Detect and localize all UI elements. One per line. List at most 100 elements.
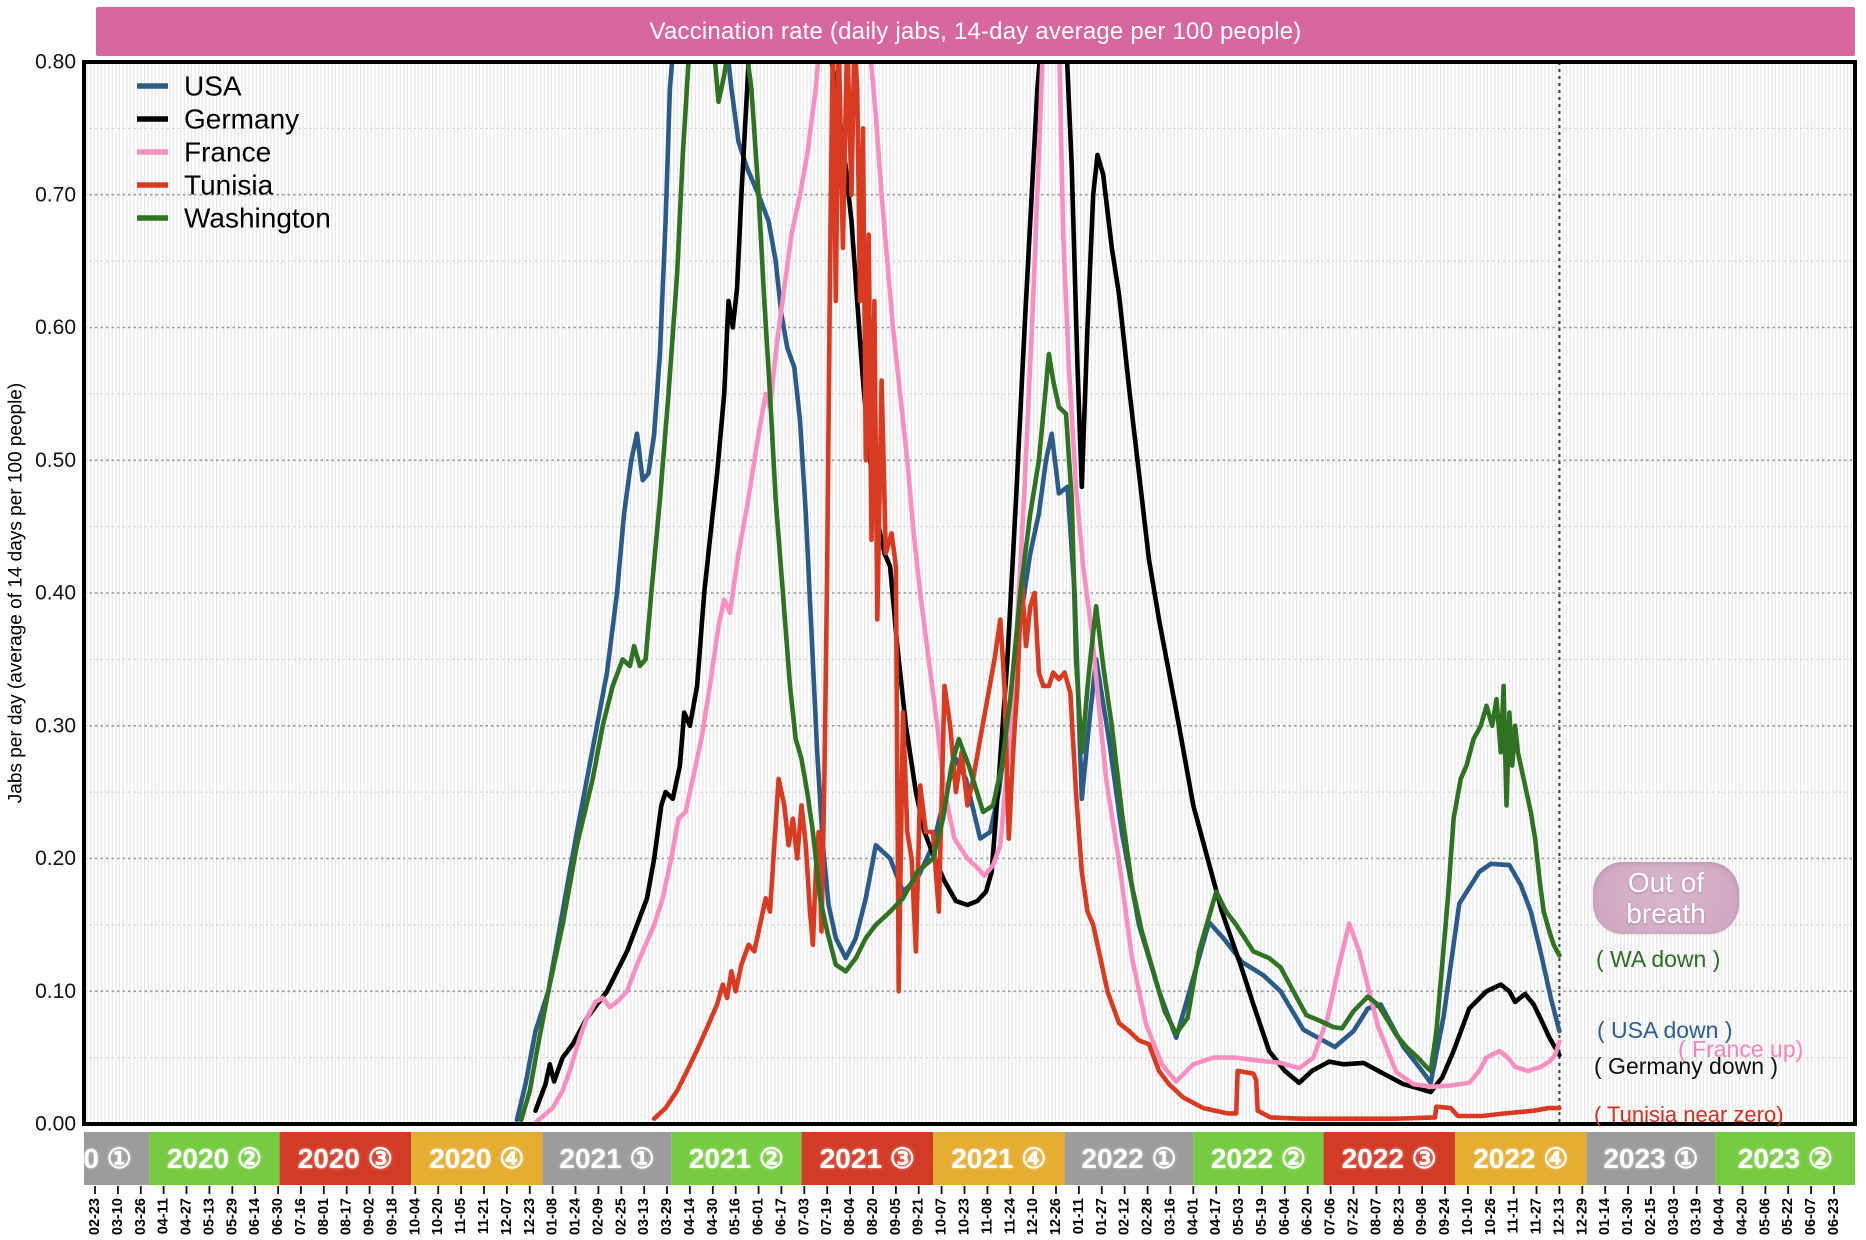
svg-text:2021 ②: 2021 ②	[689, 1143, 784, 1174]
svg-text:01-14: 01-14	[1597, 1198, 1613, 1235]
svg-text:2020 ②: 2020 ②	[167, 1143, 262, 1174]
svg-text:09-21: 09-21	[911, 1198, 927, 1235]
svg-text:11-27: 11-27	[1529, 1198, 1545, 1234]
svg-text:0.30: 0.30	[35, 714, 76, 737]
vaccination-rate-chart: 2020 ① 2020 ② 2020 ③ 2020 ④ 2021 ① 2021 ② 2021…	[0, 0, 1866, 1240]
svg-text:2023 ②: 2023 ②	[1738, 1143, 1833, 1174]
svg-text:03-26: 03-26	[133, 1198, 149, 1235]
legend-label-usa: USA	[184, 71, 242, 102]
annotation-germany-down: ( Germany down )	[1594, 1053, 1778, 1080]
svg-text:04-04: 04-04	[1712, 1198, 1728, 1235]
svg-text:09-05: 09-05	[888, 1198, 904, 1235]
svg-text:05-16: 05-16	[728, 1198, 744, 1235]
svg-text:11-11: 11-11	[1506, 1198, 1522, 1234]
svg-text:04-30: 04-30	[705, 1198, 721, 1235]
svg-text:04-20: 04-20	[1735, 1198, 1751, 1235]
svg-text:08-17: 08-17	[339, 1198, 355, 1235]
x-axis-labels: 02-2303-1003-2604-1104-2705-1305-2906-14…	[87, 1186, 1842, 1235]
callout-line1: Out of	[1628, 867, 1704, 898]
svg-text:10-20: 10-20	[430, 1198, 446, 1235]
svg-text:2021 ①: 2021 ①	[559, 1143, 654, 1174]
svg-text:12-26: 12-26	[1048, 1198, 1064, 1235]
svg-text:0.20: 0.20	[35, 847, 76, 870]
svg-text:06-07: 06-07	[1803, 1198, 1819, 1235]
callout-line2: breath	[1626, 898, 1705, 929]
svg-text:0.00: 0.00	[35, 1113, 76, 1136]
legend-label-washington: Washington	[184, 203, 331, 234]
svg-text:12-23: 12-23	[522, 1198, 538, 1235]
svg-text:04-11: 04-11	[156, 1198, 172, 1234]
svg-text:04-01: 04-01	[1185, 1198, 1201, 1235]
svg-text:09-18: 09-18	[385, 1198, 401, 1235]
svg-text:10-10: 10-10	[1460, 1198, 1476, 1235]
chart-page: Vaccination rate (daily jabs, 14-day ave…	[0, 0, 1866, 1240]
legend-label-germany: Germany	[184, 104, 299, 135]
svg-text:02-09: 02-09	[590, 1198, 606, 1235]
svg-text:06-04: 06-04	[1277, 1198, 1293, 1235]
svg-text:03-16: 03-16	[1162, 1198, 1178, 1235]
legend-label-france: France	[184, 137, 271, 168]
svg-text:08-01: 08-01	[316, 1198, 332, 1235]
svg-text:0.60: 0.60	[35, 316, 76, 339]
svg-text:06-14: 06-14	[247, 1198, 263, 1235]
svg-text:2020 ③: 2020 ③	[298, 1143, 393, 1174]
svg-text:12-29: 12-29	[1574, 1198, 1590, 1235]
svg-text:03-03: 03-03	[1666, 1198, 1682, 1235]
svg-text:06-20: 06-20	[1300, 1198, 1316, 1235]
svg-text:10-07: 10-07	[934, 1198, 950, 1235]
svg-text:05-13: 05-13	[201, 1198, 217, 1235]
svg-text:2020 ①: 2020 ①	[37, 1143, 132, 1174]
svg-text:05-03: 05-03	[1231, 1198, 1247, 1235]
svg-text:02-25: 02-25	[613, 1198, 629, 1235]
svg-text:0.40: 0.40	[35, 582, 76, 605]
svg-text:12-13: 12-13	[1551, 1198, 1567, 1235]
svg-text:01-11: 01-11	[1071, 1198, 1087, 1234]
svg-text:01-08: 01-08	[545, 1198, 561, 1235]
svg-text:06-30: 06-30	[270, 1198, 286, 1235]
svg-text:05-19: 05-19	[1254, 1198, 1270, 1235]
svg-text:04-17: 04-17	[1208, 1198, 1224, 1235]
svg-text:06-23: 06-23	[1826, 1198, 1842, 1235]
y-axis-title: Jabs per day (average of 14 days per 100…	[6, 383, 27, 803]
svg-text:06-17: 06-17	[773, 1198, 789, 1235]
svg-text:2022 ④: 2022 ④	[1473, 1143, 1568, 1174]
svg-text:2023 ①: 2023 ①	[1603, 1143, 1698, 1174]
svg-text:0.80: 0.80	[35, 51, 76, 74]
svg-text:01-27: 01-27	[1094, 1198, 1110, 1235]
svg-text:03-10: 03-10	[110, 1198, 126, 1235]
svg-text:09-08: 09-08	[1414, 1198, 1430, 1235]
svg-text:02-28: 02-28	[1140, 1198, 1156, 1235]
svg-text:2022 ③: 2022 ③	[1342, 1143, 1437, 1174]
svg-text:04-27: 04-27	[179, 1198, 195, 1235]
svg-text:07-16: 07-16	[293, 1198, 309, 1235]
svg-text:03-13: 03-13	[636, 1198, 652, 1235]
svg-text:12-07: 12-07	[499, 1198, 515, 1235]
svg-text:04-14: 04-14	[682, 1198, 698, 1235]
svg-text:03-19: 03-19	[1689, 1198, 1705, 1235]
svg-text:0.70: 0.70	[35, 183, 76, 206]
svg-text:07-03: 07-03	[796, 1198, 812, 1235]
svg-text:06-01: 06-01	[751, 1198, 767, 1235]
svg-text:2021 ③: 2021 ③	[820, 1143, 915, 1174]
svg-text:10-04: 10-04	[407, 1198, 423, 1235]
svg-text:09-02: 09-02	[362, 1198, 378, 1235]
svg-text:2022 ②: 2022 ②	[1211, 1143, 1306, 1174]
svg-text:07-22: 07-22	[1346, 1198, 1362, 1235]
annotation-wa-down: ( WA down )	[1596, 946, 1720, 973]
y-axis-labels: 0.000.100.200.300.400.500.600.700.80	[35, 51, 76, 1136]
svg-text:11-08: 11-08	[979, 1198, 995, 1234]
svg-text:08-23: 08-23	[1391, 1198, 1407, 1235]
annotation-tunisia-near-zero: ( Tunisia near zero)	[1594, 1102, 1784, 1128]
svg-text:07-06: 07-06	[1323, 1198, 1339, 1235]
svg-text:10-26: 10-26	[1483, 1198, 1499, 1235]
svg-text:0.50: 0.50	[35, 449, 76, 472]
svg-text:08-07: 08-07	[1368, 1198, 1384, 1235]
svg-text:11-24: 11-24	[1002, 1198, 1018, 1234]
svg-text:2021 ④: 2021 ④	[951, 1143, 1046, 1174]
svg-text:2020 ④: 2020 ④	[429, 1143, 524, 1174]
svg-text:01-30: 01-30	[1620, 1198, 1636, 1235]
svg-text:11-05: 11-05	[453, 1198, 469, 1234]
svg-text:02-15: 02-15	[1643, 1198, 1659, 1235]
svg-text:05-29: 05-29	[224, 1198, 240, 1235]
svg-text:08-04: 08-04	[842, 1198, 858, 1235]
